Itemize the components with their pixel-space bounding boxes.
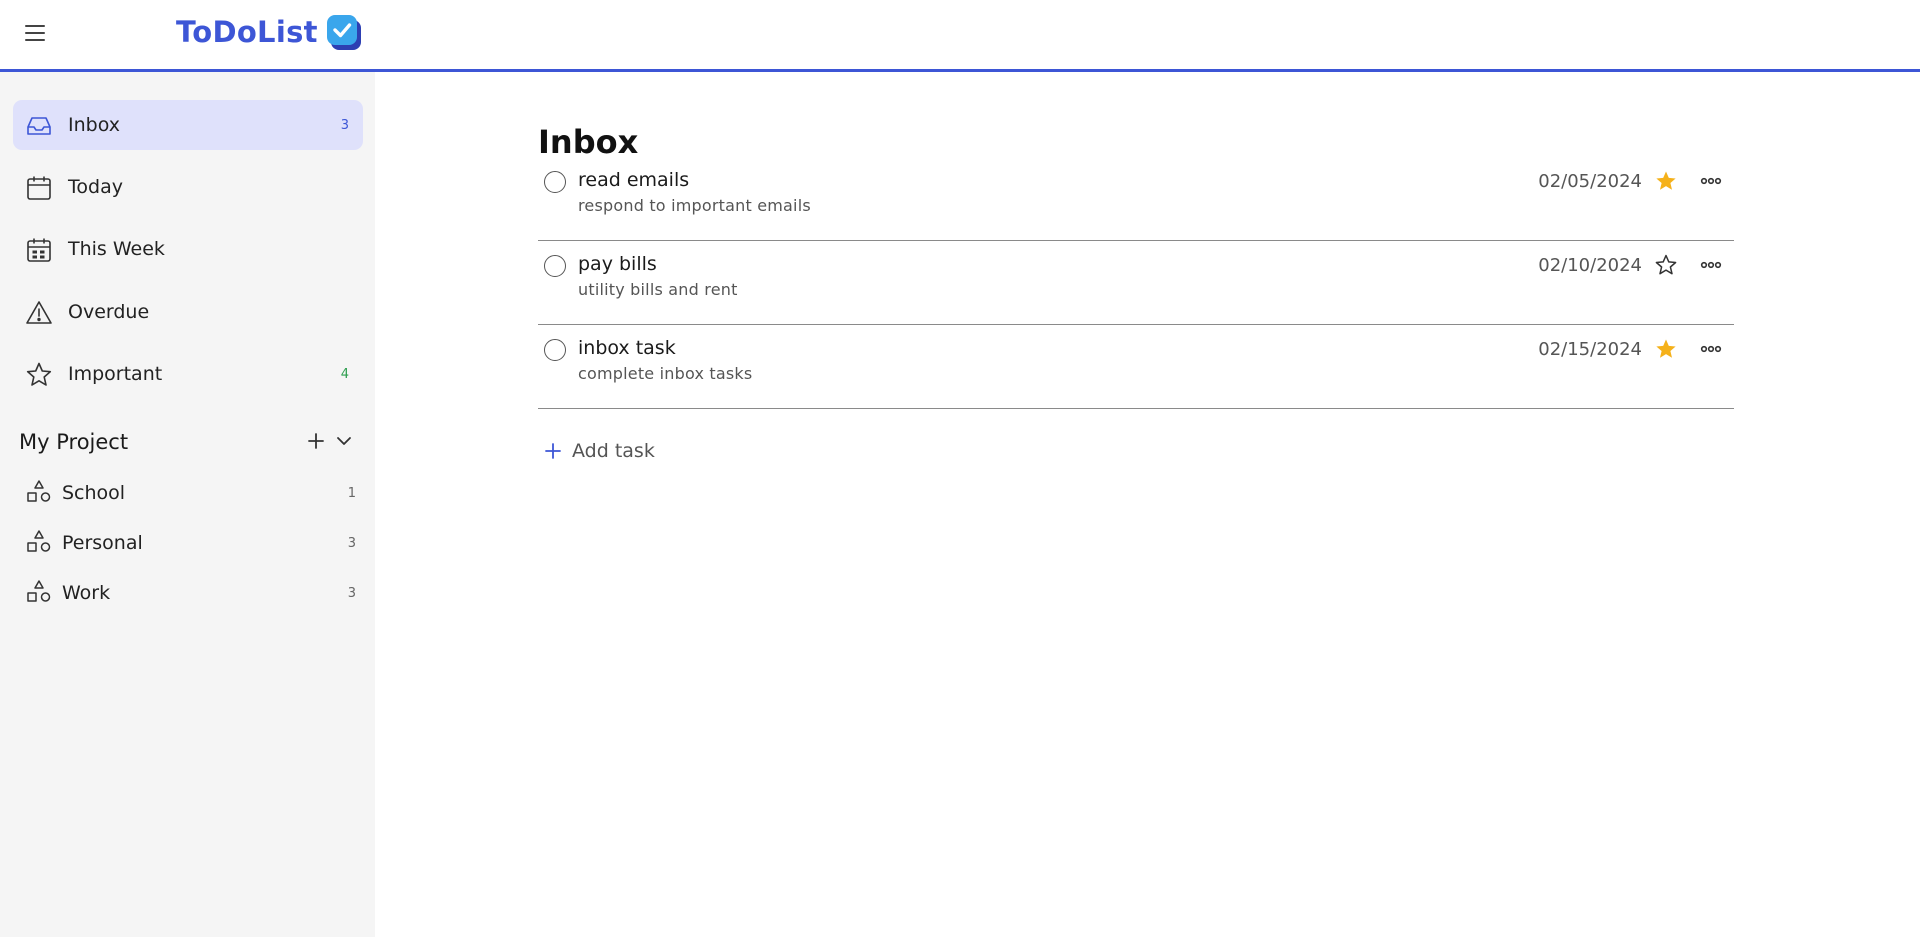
inbox-count-badge: 3 — [340, 117, 349, 133]
sidebar-item-inbox[interactable]: Inbox 3 — [13, 100, 363, 150]
task-complete-checkbox[interactable] — [544, 339, 566, 361]
task-row[interactable]: read emails respond to important emails … — [538, 157, 1734, 241]
shapes-icon — [27, 530, 51, 552]
add-task-label: Add task — [572, 440, 655, 462]
task-complete-checkbox[interactable] — [544, 171, 566, 193]
task-title: read emails — [578, 169, 690, 191]
project-item-label: Work — [62, 582, 111, 604]
sidebar-item-label: Today — [68, 176, 123, 198]
warning-icon — [26, 301, 52, 324]
task-description: utility bills and rent — [578, 280, 738, 299]
task-description: complete inbox tasks — [578, 364, 753, 383]
project-item-label: School — [62, 482, 126, 504]
plus-icon — [545, 443, 561, 459]
task-due-date: 02/10/2024 — [1538, 255, 1642, 276]
sidebar-item-label: This Week — [68, 238, 165, 260]
project-section-title: My Project — [19, 430, 129, 454]
menu-icon[interactable] — [25, 22, 49, 44]
task-due-date: 02/05/2024 — [1538, 171, 1642, 192]
more-options-icon[interactable] — [1698, 337, 1724, 361]
star-icon — [26, 362, 52, 386]
more-options-icon[interactable] — [1698, 253, 1724, 277]
chevron-down-icon[interactable] — [332, 429, 356, 453]
sidebar-item-label: Overdue — [68, 301, 150, 323]
app-logo[interactable]: ToDoList — [176, 10, 364, 54]
task-row[interactable]: inbox task complete inbox tasks 02/15/20… — [538, 325, 1734, 409]
sidebar-item-label: Inbox — [68, 114, 120, 136]
project-item-work[interactable]: Work 3 — [26, 575, 356, 611]
sidebar: Inbox 3 Today This Week Overdue Importan… — [0, 72, 375, 937]
project-item-school[interactable]: School 1 — [26, 475, 356, 511]
project-item-personal[interactable]: Personal 3 — [26, 525, 356, 561]
page-title: Inbox — [538, 123, 639, 161]
shapes-icon — [27, 480, 51, 502]
add-task-button[interactable]: Add task — [544, 436, 655, 466]
task-title: inbox task — [578, 337, 676, 359]
task-description: respond to important emails — [578, 196, 811, 215]
important-count-badge: 4 — [340, 366, 349, 382]
project-count: 3 — [347, 535, 356, 551]
star-filled-icon[interactable] — [1654, 169, 1678, 193]
checkbox-logo-icon — [326, 15, 361, 50]
calendar-icon — [27, 176, 51, 200]
sidebar-item-label: Important — [68, 363, 163, 385]
plus-icon — [308, 433, 324, 449]
sidebar-item-important[interactable]: Important 4 — [13, 349, 363, 399]
task-due-date: 02/15/2024 — [1538, 339, 1642, 360]
project-count: 3 — [347, 585, 356, 601]
project-count: 1 — [347, 485, 356, 501]
task-row[interactable]: pay bills utility bills and rent 02/10/2… — [538, 241, 1734, 325]
more-options-icon[interactable] — [1698, 169, 1724, 193]
sidebar-item-this-week[interactable]: This Week — [13, 224, 363, 274]
sidebar-item-today[interactable]: Today — [13, 162, 363, 212]
project-item-label: Personal — [62, 532, 143, 554]
task-complete-checkbox[interactable] — [544, 255, 566, 277]
star-filled-icon[interactable] — [1654, 337, 1678, 361]
calendar-week-icon — [27, 238, 51, 262]
shapes-icon — [27, 580, 51, 602]
star-outline-icon[interactable] — [1654, 253, 1678, 277]
top-bar: ToDoList — [0, 0, 1920, 72]
task-title: pay bills — [578, 253, 657, 275]
inbox-icon — [27, 117, 51, 135]
sidebar-item-overdue[interactable]: Overdue — [13, 287, 363, 337]
logo-text: ToDoList — [176, 15, 318, 49]
add-project-button[interactable] — [303, 428, 329, 454]
project-section-header: My Project — [19, 424, 359, 460]
